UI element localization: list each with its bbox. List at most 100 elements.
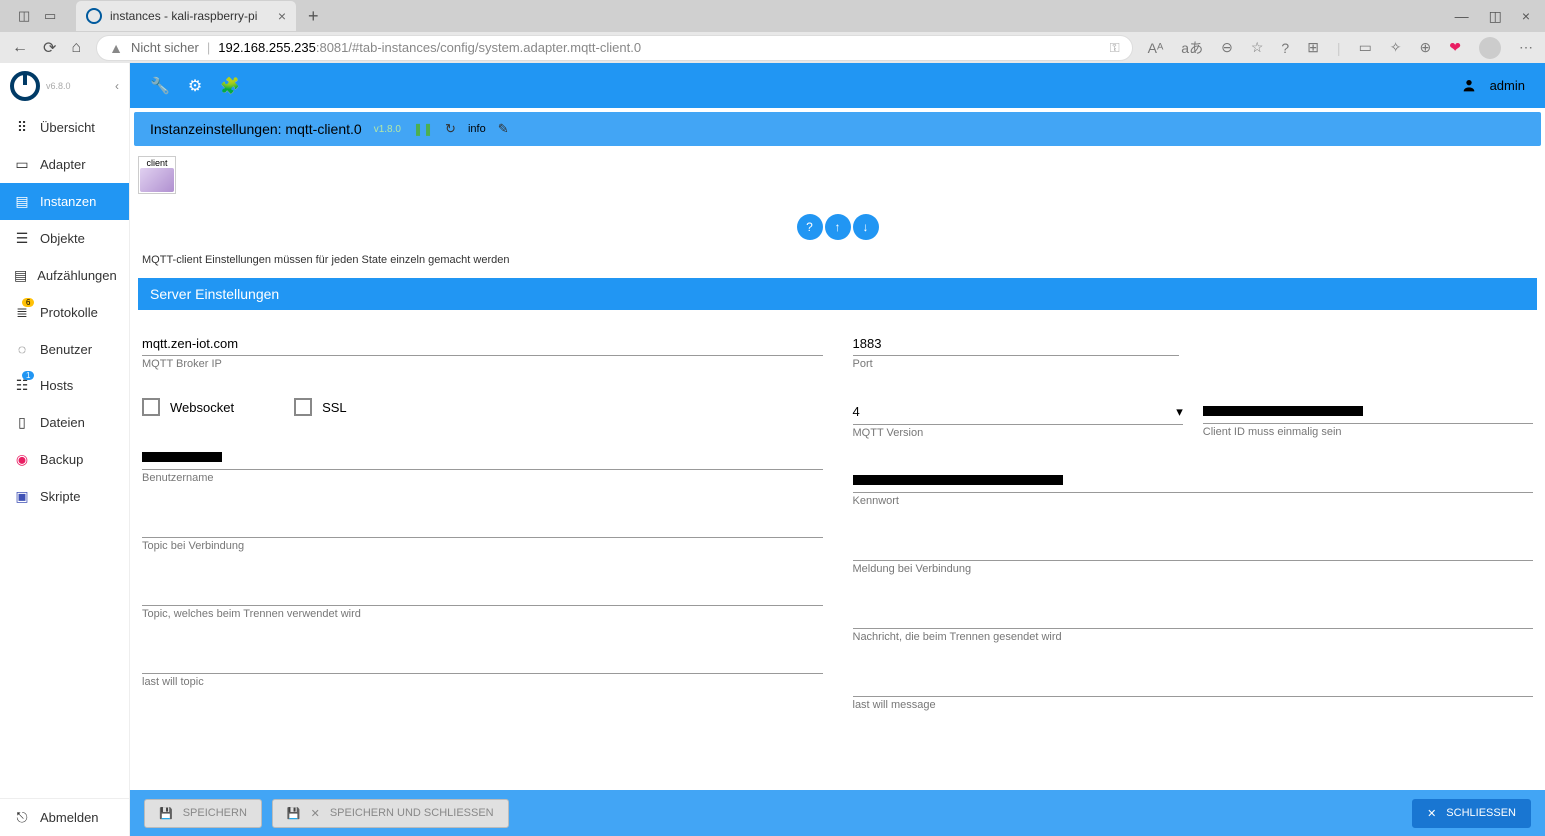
broker-ip-input[interactable] (142, 330, 823, 356)
sidebar-nav: ⠿Übersicht ▭Adapter ▤Instanzen ☰Objekte … (0, 109, 129, 798)
puzzle-icon[interactable]: 🧩 (220, 76, 240, 96)
zoom-icon[interactable]: ⊖ (1221, 39, 1233, 56)
lwt-msg-label: last will message (853, 699, 1534, 711)
mqtt-version-label: MQTT Version (853, 427, 1183, 439)
sidebar-item-objects[interactable]: ☰Objekte (0, 220, 129, 257)
app-root: v6.8.0 ‹ ⠿Übersicht ▭Adapter ▤Instanzen … (0, 63, 1545, 836)
tabs-icon[interactable]: ▭ (1359, 39, 1372, 56)
username-label: Benutzername (142, 472, 823, 484)
profile-icon[interactable] (1479, 37, 1501, 59)
extensions-icon[interactable]: ⊞ (1307, 39, 1319, 56)
help-button[interactable]: ? (797, 214, 823, 240)
client-id-label: Client ID muss einmalig sein (1203, 426, 1533, 438)
mqtt-version-select[interactable]: 4 ▾ (853, 398, 1183, 425)
address-bar[interactable]: ▲ Nicht sicher | 192.168.255.235:8081/#t… (96, 35, 1133, 61)
section-header: Server Einstellungen (138, 278, 1537, 310)
save-icon: 💾 (287, 807, 301, 820)
msg-connect-input[interactable] (853, 535, 1534, 561)
topic-connect-input[interactable] (142, 512, 823, 538)
checkbox-icon[interactable] (142, 398, 160, 416)
upload-button[interactable]: ↑ (825, 214, 851, 240)
security-label: Nicht sicher (131, 40, 199, 55)
tab-bar: ◫ ▭ instances - kali-raspberry-pi × + — … (0, 0, 1545, 32)
sidebar-item-hosts[interactable]: 1☷Hosts (0, 367, 129, 404)
wrench-icon[interactable]: 🔧 (150, 76, 170, 96)
close-window-icon[interactable]: × (1522, 8, 1530, 25)
ssl-checkbox[interactable]: SSL (294, 398, 347, 416)
translate-icon[interactable]: aあ (1181, 38, 1203, 58)
sidebar-item-instances[interactable]: ▤Instanzen (0, 183, 129, 220)
instance-header: Instanzeinstellungen: mqtt-client.0 v1.8… (134, 112, 1541, 146)
topic-connect-label: Topic bei Verbindung (142, 540, 823, 552)
checkbox-icon[interactable] (294, 398, 312, 416)
broker-ip-label: MQTT Broker IP (142, 358, 823, 370)
sidebar-item-overview[interactable]: ⠿Übersicht (0, 109, 129, 146)
sidebar-item-users[interactable]: ◌Benutzer (0, 331, 129, 367)
save-button[interactable]: 💾 SPEICHERN (144, 799, 262, 828)
window-icon[interactable]: ▭ (44, 8, 60, 24)
chevron-down-icon: ▾ (1176, 404, 1183, 420)
collapse-sidebar-icon[interactable]: ‹ (115, 79, 119, 93)
tab-title: instances - kali-raspberry-pi (110, 9, 270, 23)
sidebar-item-scripts[interactable]: ▣Skripte (0, 478, 129, 515)
refresh-icon[interactable]: ⟳ (43, 38, 56, 58)
password-input[interactable] (853, 467, 1534, 493)
username-input[interactable] (142, 444, 823, 470)
gear-icon[interactable]: ⚙ (188, 76, 202, 96)
sidebar-item-logs[interactable]: 6≣Protokolle (0, 294, 129, 331)
msg-disconnect-label: Nachricht, die beim Trennen gesendet wir… (853, 631, 1534, 643)
sidebar-logout[interactable]: ⎋Abmelden (0, 798, 129, 836)
port-input[interactable] (853, 330, 1180, 356)
restart-icon[interactable]: ↻ (445, 121, 456, 137)
sidebar-item-files[interactable]: ▯Dateien (0, 404, 129, 441)
save-close-button[interactable]: 💾 ✕ SPEICHERN UND SCHLIESSEN (272, 799, 509, 828)
client-badge-icon (140, 168, 174, 192)
workspace-icon[interactable]: ◫ (18, 8, 34, 24)
scripts-icon: ▣ (14, 488, 30, 505)
help-icon[interactable]: ? (1281, 40, 1289, 56)
sidebar-item-adapter[interactable]: ▭Adapter (0, 146, 129, 183)
close-button[interactable]: ✕ SCHLIESSEN (1412, 799, 1531, 828)
backup-icon: ◉ (14, 451, 30, 468)
badge-count: 6 (22, 298, 34, 307)
minimize-icon[interactable]: — (1455, 8, 1469, 25)
client-id-input[interactable] (1203, 398, 1533, 424)
maximize-icon[interactable]: ◫ (1489, 8, 1502, 25)
browser-tab[interactable]: instances - kali-raspberry-pi × (76, 1, 296, 31)
favorite-icon[interactable]: ☆ (1251, 39, 1264, 56)
new-tab-button[interactable]: + (308, 6, 319, 27)
topic-disconnect-input[interactable] (142, 580, 823, 606)
favorites-icon[interactable]: ✧ (1390, 39, 1402, 56)
msg-disconnect-input[interactable] (853, 603, 1534, 629)
footer-bar: 💾 SPEICHERN 💾 ✕ SPEICHERN UND SCHLIESSEN… (130, 790, 1545, 836)
key-icon[interactable]: ⚿ (1110, 40, 1120, 56)
sidebar-item-backup[interactable]: ◉Backup (0, 441, 129, 478)
warning-icon: ▲ (109, 40, 123, 56)
more-icon[interactable]: ⋯ (1519, 39, 1533, 56)
edit-icon[interactable]: ✎ (498, 121, 509, 137)
back-icon[interactable]: ← (12, 39, 28, 57)
badge-count: 1 (22, 371, 34, 380)
font-icon[interactable]: Aᴬ (1148, 40, 1164, 56)
settings-form: MQTT Broker IP Websocket SSL Benutzernam… (138, 330, 1537, 759)
heart-icon[interactable]: ❤ (1449, 39, 1461, 56)
lwt-topic-input[interactable] (142, 648, 823, 674)
browser-chrome: ◫ ▭ instances - kali-raspberry-pi × + — … (0, 0, 1545, 63)
home-icon[interactable]: ⌂ (71, 39, 81, 57)
instances-icon: ▤ (14, 193, 30, 210)
info-link[interactable]: info (468, 123, 486, 135)
nav-bar: ← ⟳ ⌂ ▲ Nicht sicher | 192.168.255.235:8… (0, 32, 1545, 63)
download-button[interactable]: ↓ (853, 214, 879, 240)
instance-title: Instanzeinstellungen: mqtt-client.0 (150, 121, 362, 137)
user-menu[interactable]: admin (1456, 78, 1525, 94)
port-label: Port (853, 358, 1180, 370)
lwt-msg-input[interactable] (853, 671, 1534, 697)
collections-icon[interactable]: ⊕ (1420, 39, 1432, 56)
iobroker-logo-icon[interactable] (10, 71, 40, 101)
websocket-checkbox[interactable]: Websocket (142, 398, 234, 416)
sidebar-item-enums[interactable]: ▤Aufzählungen (0, 257, 129, 294)
tab-close-icon[interactable]: × (278, 8, 286, 24)
close-icon: ✕ (1427, 807, 1436, 820)
pause-icon[interactable]: ❚❚ (413, 122, 433, 136)
enum-icon: ▤ (14, 267, 27, 284)
